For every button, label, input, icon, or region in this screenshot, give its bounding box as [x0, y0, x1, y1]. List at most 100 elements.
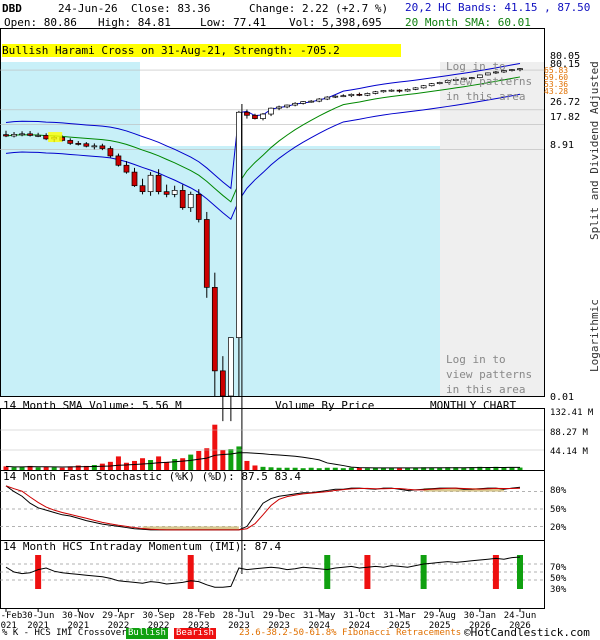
volume-bar — [340, 468, 346, 470]
close-price: Close: 83.36 — [131, 2, 211, 15]
candle-body — [19, 133, 25, 136]
candle-body — [284, 104, 290, 108]
candle-body — [187, 193, 194, 209]
logarithmic-label: Logarithmic — [588, 299, 600, 372]
volume-bar — [123, 462, 129, 470]
candle-body — [332, 95, 339, 98]
volume-bar — [308, 467, 314, 470]
ticker-symbol: DBD — [2, 2, 22, 15]
volume-bar — [348, 467, 354, 470]
y-label-3: 26.72 — [550, 97, 581, 108]
candle-body — [171, 190, 178, 195]
chart-type-label: MONTHLY CHART — [430, 399, 517, 412]
bullish-signal-bar — [517, 555, 523, 589]
vol-axis-3: 44.14 M — [550, 447, 588, 457]
candle-body — [115, 155, 122, 166]
volume-bar — [228, 449, 234, 470]
candle-body — [404, 89, 411, 92]
vol-axis-1: 132.41 M — [550, 408, 594, 418]
pattern-highlight — [48, 132, 63, 143]
fibonacci-legend: 23.6-38.2-50-61.8% Fibonacci Retracement… — [239, 628, 462, 638]
volume-bar — [517, 467, 523, 470]
price-change: Change: 2.22 (+2.7 %) — [249, 2, 389, 15]
candle-body — [372, 91, 379, 94]
volume-bar — [172, 459, 178, 470]
shaded-region-upper — [0, 62, 140, 146]
candle-body — [3, 134, 9, 137]
login-prompt-bottom[interactable]: Log in to view patterns in this area — [446, 352, 532, 397]
candle-body — [107, 148, 114, 157]
candle-body — [436, 82, 443, 85]
volume-value: Vol: 5,398,695 — [289, 16, 382, 29]
stoch-axis-50: 50% — [550, 505, 567, 515]
copyright[interactable]: ©HotCandlestick.com — [464, 627, 590, 638]
footer-legend: % K - HCS IMI Crossover: — [2, 628, 133, 638]
candle-body — [412, 87, 419, 90]
stoch-axis-20: 20% — [550, 523, 567, 533]
open-price: Open: 80.86 — [4, 16, 77, 29]
candle-body — [340, 95, 347, 98]
candle-body — [139, 185, 146, 193]
volume-bar — [332, 467, 338, 470]
candle-body — [228, 337, 234, 397]
volume-bar — [164, 461, 170, 470]
candle-body — [236, 111, 242, 338]
candle-body — [428, 83, 435, 87]
y-label-4: 17.82 — [550, 112, 581, 123]
login-prompt-top[interactable]: Log in to view patterns in this area — [446, 59, 532, 104]
candle-body — [123, 164, 130, 173]
volume-bar — [180, 458, 186, 470]
volume-bar — [397, 468, 403, 470]
pattern-area-top — [440, 62, 544, 396]
candle-body — [99, 145, 106, 149]
candle-body — [388, 89, 395, 92]
volume-bar — [212, 424, 218, 470]
candle-body — [195, 193, 202, 220]
volume-bar — [300, 468, 306, 470]
bearish-signal-bar — [364, 555, 371, 589]
high-price: High: 84.81 — [98, 16, 171, 29]
vol-axis-2: 88.27 M — [550, 428, 588, 438]
y-label-6: 0.01 — [550, 392, 575, 403]
volume-bar — [115, 456, 121, 470]
candle-body — [300, 101, 307, 104]
volume-bar — [324, 467, 330, 470]
momentum-panel-label: 14 Month HCS Intraday Momentum (IMI): 87… — [3, 540, 282, 553]
sma-value: 20 Month SMA: 60.01 — [405, 16, 531, 29]
volume-bar — [132, 460, 137, 470]
candle-body — [276, 106, 282, 109]
candle-body — [364, 93, 371, 96]
volume-bar — [204, 448, 210, 470]
candle-body — [292, 102, 298, 106]
candle-body — [163, 191, 170, 195]
candle-body — [43, 135, 50, 140]
volume-bar — [316, 468, 322, 470]
candle-body — [268, 107, 274, 115]
candle-body — [75, 143, 82, 145]
volume-bar — [220, 450, 226, 470]
candle-body — [155, 174, 162, 193]
low-price: Low: 77.41 — [200, 16, 267, 29]
volume-bar — [196, 450, 202, 470]
candle-body — [380, 90, 387, 93]
candle-body — [91, 145, 98, 148]
candle-body — [11, 133, 17, 137]
candle-body — [260, 113, 266, 119]
candle-body — [67, 140, 74, 144]
candle-body — [219, 370, 226, 397]
candle-body — [35, 135, 41, 137]
candle-body — [308, 100, 315, 103]
candle-body — [179, 190, 186, 209]
candle-body — [83, 143, 90, 147]
volume-bar — [244, 460, 250, 470]
candle-body — [131, 171, 138, 187]
split-adjusted-label: Split and Dividend Adjusted — [588, 61, 600, 240]
imi-axis-50: 50% — [550, 574, 567, 584]
candle-body — [420, 85, 427, 89]
candle-body — [356, 93, 363, 96]
bearish-signal-bar — [492, 555, 499, 589]
bullish-signal-bar — [324, 555, 331, 589]
candle-body — [203, 219, 210, 288]
pattern-banner: Bullish Harami Cross on 31-Aug-21, Stren… — [2, 44, 401, 57]
stoch-panel-label: 14 Month Fast Stochastic (%K) (%D): 87.5… — [3, 470, 302, 483]
